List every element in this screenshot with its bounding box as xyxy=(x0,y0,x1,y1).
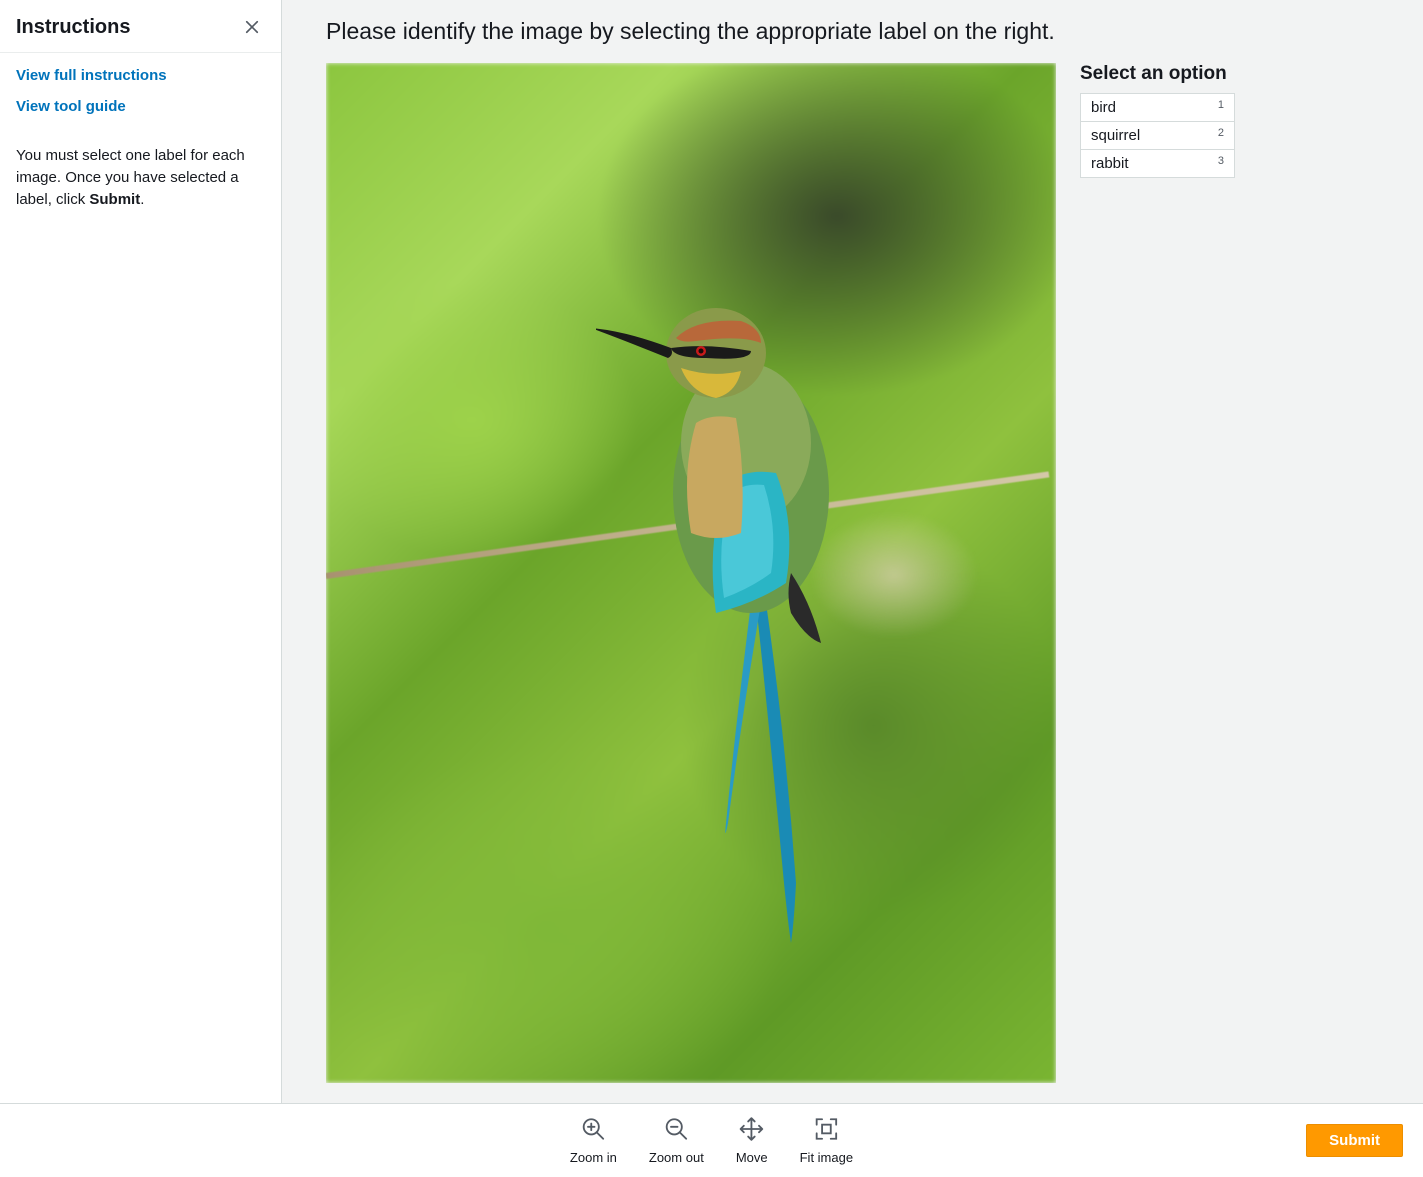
view-tool-guide-link[interactable]: View tool guide xyxy=(16,98,126,115)
option-shortcut: 2 xyxy=(1218,127,1224,139)
option-rabbit[interactable]: rabbit 3 xyxy=(1080,150,1235,178)
bird-illustration xyxy=(596,243,916,963)
option-shortcut: 3 xyxy=(1218,155,1224,167)
tool-label: Move xyxy=(736,1150,768,1165)
move-icon xyxy=(739,1116,765,1145)
option-list: bird 1 squirrel 2 rabbit 3 xyxy=(1080,93,1235,178)
option-bird[interactable]: bird 1 xyxy=(1080,94,1235,122)
instructions-body: You must select one label for each image… xyxy=(16,145,265,210)
zoom-in-button[interactable]: Zoom in xyxy=(568,1114,619,1167)
zoom-out-button[interactable]: Zoom out xyxy=(647,1114,706,1167)
instructions-sidebar: Instructions View full instructions View… xyxy=(0,0,282,1103)
instructions-title: Instructions xyxy=(16,16,130,39)
view-full-instructions-link[interactable]: View full instructions xyxy=(16,67,167,84)
option-shortcut: 1 xyxy=(1218,99,1224,111)
option-squirrel[interactable]: squirrel 2 xyxy=(1080,122,1235,150)
close-icon xyxy=(243,18,261,36)
fit-image-icon xyxy=(813,1116,839,1145)
fit-image-button[interactable]: Fit image xyxy=(798,1114,855,1167)
tool-label: Zoom in xyxy=(570,1150,617,1165)
options-title: Select an option xyxy=(1080,63,1235,85)
option-label: bird xyxy=(1091,99,1116,116)
move-button[interactable]: Move xyxy=(734,1114,770,1167)
footer-toolbar: Zoom in Zoom out xyxy=(0,1103,1423,1177)
main-workspace: Please identify the image by selecting t… xyxy=(282,0,1423,1103)
zoom-out-icon xyxy=(663,1116,689,1145)
tool-label: Fit image xyxy=(800,1150,853,1165)
option-label: rabbit xyxy=(1091,155,1129,172)
zoom-in-icon xyxy=(580,1116,606,1145)
task-image[interactable] xyxy=(326,63,1056,1083)
close-instructions-button[interactable] xyxy=(239,14,265,40)
task-prompt: Please identify the image by selecting t… xyxy=(326,18,1379,45)
options-panel: Select an option bird 1 squirrel 2 rabbi… xyxy=(1080,63,1235,178)
option-label: squirrel xyxy=(1091,127,1140,144)
tool-label: Zoom out xyxy=(649,1150,704,1165)
submit-button[interactable]: Submit xyxy=(1306,1124,1403,1157)
